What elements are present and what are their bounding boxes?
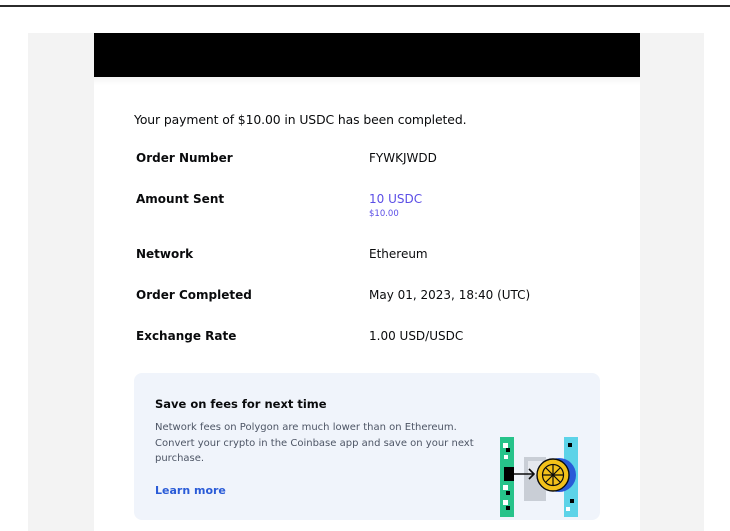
payment-intro-text: Your payment of $10.00 in USDC has been …	[134, 112, 467, 127]
amount-sent-fiat: $10.00	[369, 209, 399, 219]
promo-card: Save on fees for next time Network fees …	[134, 373, 600, 520]
order-completed-label: Order Completed	[136, 288, 252, 302]
banner-shadow	[94, 77, 640, 85]
header-banner	[94, 33, 640, 77]
top-divider	[0, 5, 730, 7]
learn-more-link[interactable]: Learn more	[155, 484, 226, 497]
email-card: Your payment of $10.00 in USDC has been …	[94, 33, 640, 531]
exchange-rate-label: Exchange Rate	[136, 329, 237, 343]
network-transfer-illustration-icon	[500, 437, 578, 517]
exchange-rate-value: 1.00 USD/USDC	[369, 329, 464, 343]
order-number-label: Order Number	[136, 151, 233, 165]
promo-title: Save on fees for next time	[155, 397, 327, 411]
promo-body: Network fees on Polygon are much lower t…	[155, 422, 474, 464]
amount-sent-value: 10 USDC	[369, 192, 423, 206]
order-number-value: FYWKJWDD	[369, 151, 437, 165]
amount-sent-label: Amount Sent	[136, 192, 225, 206]
order-completed-value: May 01, 2023, 18:40 (UTC)	[369, 288, 531, 302]
network-value: Ethereum	[369, 247, 428, 261]
network-label: Network	[136, 247, 194, 261]
